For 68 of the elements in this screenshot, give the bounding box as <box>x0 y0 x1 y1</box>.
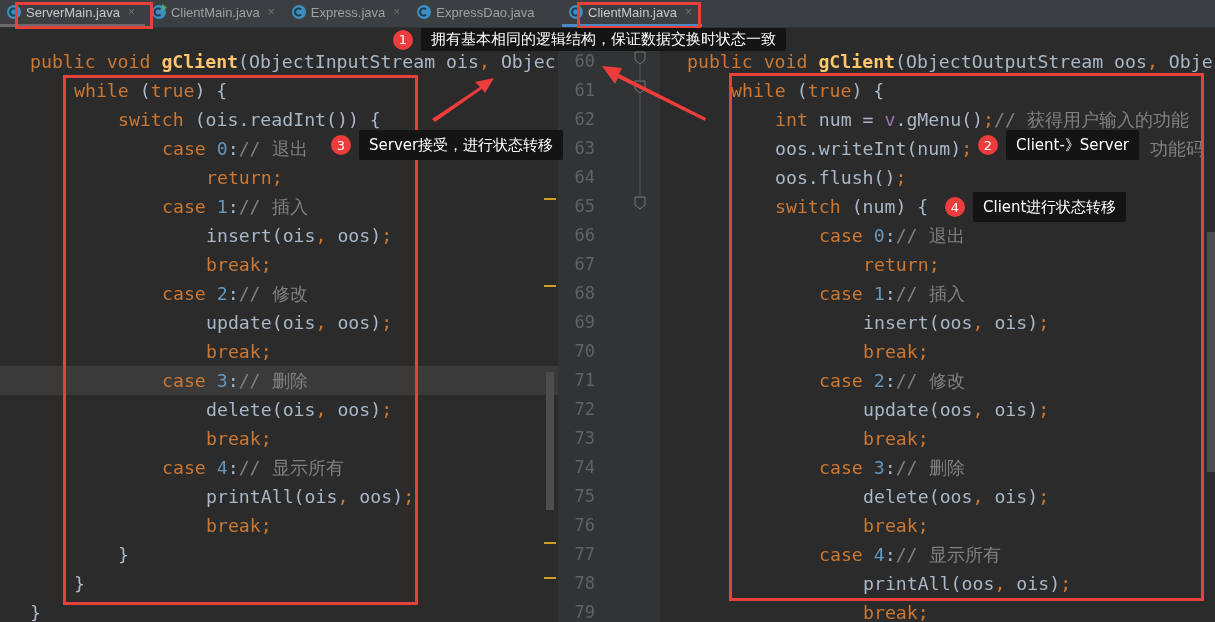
warning-marker <box>544 198 556 200</box>
code-line: break; <box>863 340 929 364</box>
code-line: case 1:// 插入 <box>162 195 308 219</box>
tab-label: ExpressDao.java <box>436 4 535 20</box>
code-line: case 3:// 删除 <box>819 456 965 480</box>
warning-marker <box>544 542 556 544</box>
file-tab[interactable]: Express.java × <box>284 0 411 27</box>
code-line: case 4:// 显示所有 <box>819 543 1001 567</box>
code-line: printAll(oos, ois); <box>863 572 1072 596</box>
code-line: break; <box>206 340 272 364</box>
scrollbar-thumb[interactable] <box>546 372 554 510</box>
tab-label: ServerMain.java <box>26 4 120 20</box>
code-line: case 4:// 显示所有 <box>162 456 344 480</box>
callout-label: Client-》Server <box>1006 130 1140 160</box>
code-line: } <box>118 543 129 567</box>
code-line: } <box>74 572 85 596</box>
code-line: switch (ois.readInt()) { <box>118 108 381 132</box>
code-line: while (true) { <box>74 79 228 103</box>
code-line: } <box>30 601 41 622</box>
file-tab[interactable]: ClientMain.java × <box>144 0 285 27</box>
code-line: printAll(ois, oos); <box>206 485 415 509</box>
code-line: int num = v.gMenu();// 获得用户输入的功能 <box>775 108 1189 132</box>
code-line: switch (num) { <box>775 195 929 219</box>
warning-marker <box>544 577 556 579</box>
close-icon[interactable]: × <box>267 5 275 19</box>
callout-label: Server接受，进行状态转移 <box>359 130 564 160</box>
code-line: oos.writeInt(num); <box>775 137 973 161</box>
code-line: break; <box>863 514 929 538</box>
tab-label: ClientMain.java <box>170 4 260 20</box>
code-line: break; <box>863 601 929 622</box>
code-line: break; <box>863 427 929 451</box>
class-icon <box>290 4 307 20</box>
code-line: oos.flush(); <box>775 166 907 190</box>
file-tab[interactable]: ExpressDao.java <box>410 0 545 27</box>
code-line: while (true) { <box>731 79 885 103</box>
callout-label: Client进行状态转移 <box>973 192 1127 222</box>
class-icon <box>416 4 433 20</box>
code-line: delete(oos, ois); <box>863 485 1050 509</box>
code-line: case 2:// 修改 <box>162 282 308 306</box>
class-icon <box>568 4 584 20</box>
code-line: update(ois, oos); <box>206 311 393 335</box>
code-line: case 3:// 删除 <box>162 369 308 393</box>
close-icon[interactable]: × <box>684 5 692 19</box>
code-line: public void gClient(ObjectInputStream ois, Objec <box>30 50 556 74</box>
code-line: break; <box>206 514 272 538</box>
tab-label: ClientMain.java <box>588 4 677 20</box>
arrow <box>432 78 494 122</box>
code-line: case 1:// 插入 <box>819 282 965 306</box>
close-icon[interactable]: × <box>127 5 135 19</box>
code-line: case 2:// 修改 <box>819 369 965 393</box>
code-line: delete(ois, oos); <box>206 398 393 422</box>
code-line: update(oos, ois); <box>863 398 1050 422</box>
callout-label: 拥有基本相同的逻辑结构，保证数据交换时状态一致 <box>421 28 786 51</box>
code-line: case 0:// 退出 <box>819 224 965 248</box>
scrollbar-thumb[interactable] <box>1207 232 1215 472</box>
code-line: break; <box>206 427 272 451</box>
code-line: insert(oos, ois); <box>863 311 1050 335</box>
warning-marker <box>544 285 556 287</box>
class-run-icon <box>150 4 167 20</box>
code-line: case 0:// 退出 <box>162 137 308 161</box>
tab-label: Express.java <box>310 4 386 20</box>
code-line: return; <box>206 166 283 190</box>
code-line: return; <box>863 253 940 277</box>
code-line: public void gClient(ObjectOutputStream oos, Obje <box>687 50 1213 74</box>
class-icon <box>6 4 22 20</box>
code-line: insert(ois, oos); <box>206 224 393 248</box>
code-line: break; <box>206 253 272 277</box>
close-icon[interactable]: × <box>393 5 401 19</box>
